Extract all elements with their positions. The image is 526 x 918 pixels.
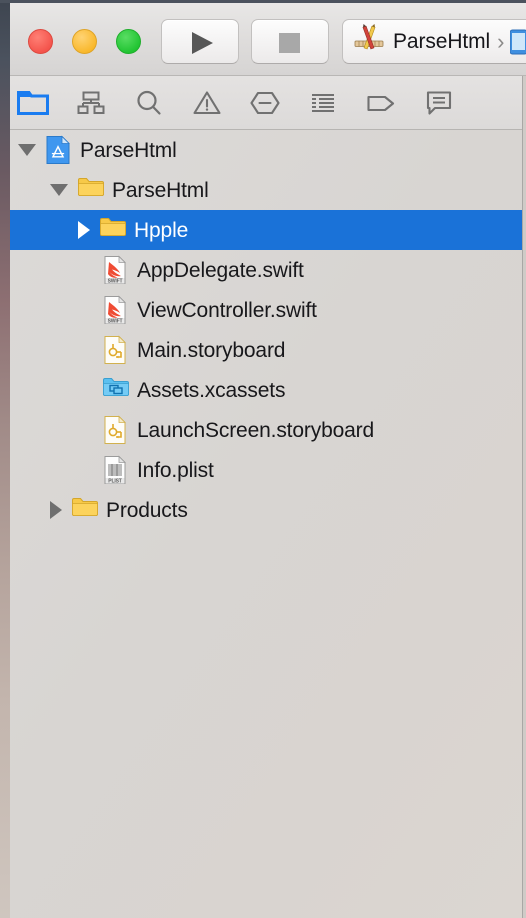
tree-row-viewcontroller-swift[interactable]: SWIFT ViewController.swift bbox=[4, 290, 522, 330]
screen-top-edge bbox=[0, 0, 526, 3]
symbol-navigator-tab[interactable] bbox=[62, 76, 120, 130]
close-window-button[interactable] bbox=[28, 29, 53, 54]
traffic-light-controls bbox=[28, 29, 141, 54]
disclosure-triangle-closed-icon[interactable] bbox=[50, 501, 62, 519]
disclosure-triangle-open-icon[interactable] bbox=[18, 144, 36, 156]
run-button[interactable] bbox=[161, 19, 239, 64]
tree-row-launchscreen-storyboard[interactable]: LaunchScreen.storyboard bbox=[4, 410, 522, 450]
storyboard-file-icon bbox=[102, 335, 128, 365]
tag-icon bbox=[365, 90, 397, 116]
tag-navigator-tab[interactable] bbox=[352, 76, 410, 130]
tree-row-label: ViewController.swift bbox=[137, 298, 317, 322]
report-navigator-tab[interactable] bbox=[294, 76, 352, 130]
folder-yellow-icon bbox=[77, 175, 104, 205]
issue-navigator-tab[interactable] bbox=[178, 76, 236, 130]
disclosure-triangle-open-icon[interactable] bbox=[50, 184, 68, 196]
minimize-window-button[interactable] bbox=[72, 29, 97, 54]
swift-file-icon: SWIFT bbox=[102, 255, 128, 285]
tree-row-assets-xcassets[interactable]: Assets.xcassets bbox=[4, 370, 522, 410]
tree-row-label: Info.plist bbox=[137, 458, 214, 482]
stop-icon bbox=[279, 33, 300, 53]
disclosure-triangle-closed-icon[interactable] bbox=[78, 221, 90, 239]
svg-text:SWIFT: SWIFT bbox=[108, 279, 123, 285]
breakpoint-diamond-icon bbox=[249, 89, 281, 117]
ios-device-icon bbox=[509, 29, 526, 55]
tree-row-label: Hpple bbox=[134, 218, 189, 242]
plist-file-icon: PLIST bbox=[102, 455, 128, 485]
find-navigator-tab[interactable] bbox=[120, 76, 178, 130]
swift-file-icon: SWIFT bbox=[102, 295, 128, 325]
desktop-background-bleed bbox=[0, 0, 10, 918]
svg-text:PLIST: PLIST bbox=[108, 479, 122, 485]
comment-navigator-tab[interactable] bbox=[410, 76, 468, 130]
speech-bubble-icon bbox=[424, 89, 454, 117]
xcode-project-icon bbox=[354, 23, 384, 59]
tree-row-label: Main.storyboard bbox=[137, 338, 286, 362]
folder-icon bbox=[17, 90, 49, 116]
tree-row-label: LaunchScreen.storyboard bbox=[137, 418, 375, 442]
tree-row-label: Assets.xcassets bbox=[137, 378, 286, 402]
tree-row-hpple[interactable]: Hpple bbox=[4, 210, 522, 250]
scheme-selector[interactable]: ParseHtml › bbox=[342, 19, 526, 64]
xcode-window: ParseHtml › ParseHtml ParseHtml Hpple SW… bbox=[4, 0, 526, 918]
folder-yellow-icon bbox=[99, 215, 126, 245]
tree-row-label: AppDelegate.swift bbox=[137, 258, 304, 282]
warning-triangle-icon bbox=[192, 89, 222, 117]
tree-row-info-plist[interactable]: PLIST Info.plist bbox=[4, 450, 522, 490]
test-navigator-tab[interactable] bbox=[236, 76, 294, 130]
svg-text:SWIFT: SWIFT bbox=[108, 319, 123, 325]
search-icon bbox=[134, 89, 164, 117]
tree-row-label: ParseHtml bbox=[112, 178, 209, 202]
play-icon bbox=[192, 32, 213, 54]
report-lines-icon bbox=[307, 89, 339, 117]
tree-row-main-storyboard[interactable]: Main.storyboard bbox=[4, 330, 522, 370]
hierarchy-icon bbox=[75, 90, 107, 116]
tree-row-appdelegate-swift[interactable]: SWIFT AppDelegate.swift bbox=[4, 250, 522, 290]
navigator-pane-divider[interactable] bbox=[522, 76, 523, 918]
chevron-right-icon: › bbox=[497, 28, 505, 54]
window-titlebar: ParseHtml › bbox=[4, 0, 526, 76]
tree-row-project[interactable]: ParseHtml bbox=[4, 130, 522, 170]
xcode-project-file-icon bbox=[45, 135, 71, 165]
xcassets-folder-icon bbox=[102, 375, 129, 405]
tree-row-label: Products bbox=[106, 498, 188, 522]
project-navigator-tab[interactable] bbox=[4, 76, 62, 130]
maximize-window-button[interactable] bbox=[116, 29, 141, 54]
stop-button[interactable] bbox=[251, 19, 329, 64]
storyboard-file-icon bbox=[102, 415, 128, 445]
navigator-tab-bar bbox=[4, 76, 522, 130]
tree-row-label: ParseHtml bbox=[80, 138, 177, 162]
tree-row-group-parsehtml[interactable]: ParseHtml bbox=[4, 170, 522, 210]
project-navigator-tree[interactable]: ParseHtml ParseHtml Hpple SWIFT AppDeleg… bbox=[4, 130, 522, 918]
scheme-name: ParseHtml bbox=[393, 29, 491, 53]
tree-row-products[interactable]: Products bbox=[4, 490, 522, 530]
folder-yellow-icon bbox=[71, 495, 98, 525]
